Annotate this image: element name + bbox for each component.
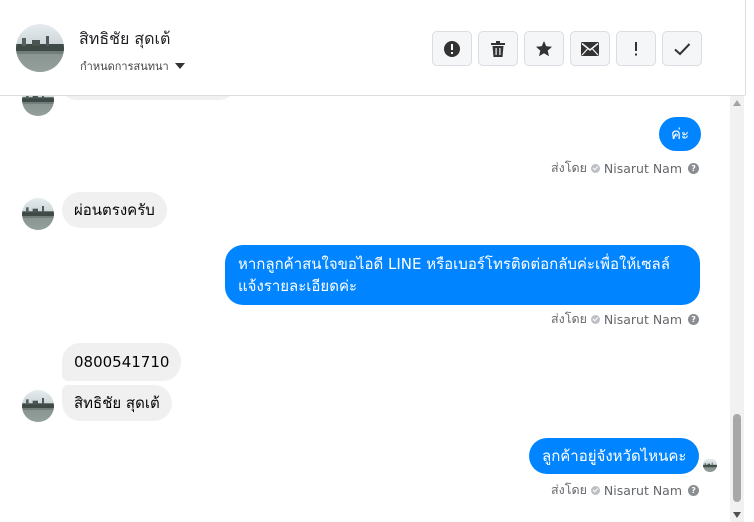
help-icon[interactable]: ? xyxy=(688,162,700,174)
avatar[interactable] xyxy=(16,24,64,72)
sender-avatar xyxy=(22,198,54,230)
sent-by-label: ส่งโดย xyxy=(551,160,587,175)
help-icon[interactable]: ? xyxy=(688,313,700,325)
label-selector[interactable]: กำหนดการสนทนา xyxy=(80,57,185,75)
sent-check-icon xyxy=(590,163,600,173)
delete-button[interactable] xyxy=(478,31,518,66)
sent-by-label: ส่งโดย xyxy=(551,311,587,326)
follow-up-button[interactable] xyxy=(616,31,656,66)
contact-name[interactable]: สิทธิชัย สุดเต้ xyxy=(79,27,170,52)
sender-name[interactable]: Nisarut Nam xyxy=(604,312,682,327)
seen-avatar xyxy=(703,458,717,472)
sent-by-meta: ส่งโดย Nisarut Nam ? xyxy=(551,309,700,329)
sent-check-icon xyxy=(590,485,600,495)
message-text-line: แจ้งรายละเอียดค่ะ xyxy=(238,277,358,295)
scrollbar-thumb[interactable] xyxy=(733,414,741,502)
sender-name[interactable]: Nisarut Nam xyxy=(604,161,682,176)
sent-by-meta: ส่งโดย Nisarut Nam ? xyxy=(551,158,700,178)
label-selector-text: กำหนดการสนทนา xyxy=(80,60,169,73)
scroll-up-arrow-icon[interactable] xyxy=(733,100,741,106)
scroll-down-arrow-icon[interactable] xyxy=(733,512,741,518)
help-icon[interactable]: ? xyxy=(688,484,700,496)
trash-icon xyxy=(491,40,505,57)
conversation-toolbar xyxy=(432,31,702,66)
spam-button[interactable] xyxy=(432,31,472,66)
sender-name[interactable]: Nisarut Nam xyxy=(604,483,682,498)
sender-avatar xyxy=(22,390,54,422)
star-button[interactable] xyxy=(524,31,564,66)
envelope-icon xyxy=(581,41,599,56)
panel-border xyxy=(745,0,746,95)
message-bubble-outgoing[interactable]: ลูกค้าอยู่จังหวัดไหนคะ xyxy=(529,438,700,474)
alert-circle-icon xyxy=(444,40,460,57)
mark-done-button[interactable] xyxy=(662,31,702,66)
scrollbar[interactable] xyxy=(730,96,744,522)
sent-check-icon xyxy=(590,314,600,324)
conversation-header: สิทธิชัย สุดเต้ กำหนดการสนทนา xyxy=(0,0,745,96)
sent-by-label: ส่งโดย xyxy=(551,482,587,497)
message-bubble-outgoing[interactable]: ค่ะ xyxy=(659,117,702,151)
sent-by-meta: ส่งโดย Nisarut Nam ? xyxy=(551,480,700,500)
checkmark-icon xyxy=(674,42,691,55)
message-thread: ค่ะ ส่งโดย Nisarut Nam ? ผ่อนตรงครับ หาก… xyxy=(0,96,730,522)
message-bubble-incoming xyxy=(62,96,234,100)
exclamation-icon xyxy=(635,41,637,55)
star-icon xyxy=(536,40,552,56)
message-bubble-incoming[interactable]: สิทธิชัย สุดเต้ xyxy=(62,385,172,421)
message-bubble-outgoing[interactable]: หากลูกค้าสนใจขอไอดี LINE หรือเบอร์โทรติด… xyxy=(225,245,700,305)
message-bubble-incoming[interactable]: ผ่อนตรงครับ xyxy=(62,192,167,228)
mark-unread-button[interactable] xyxy=(570,31,610,66)
sender-avatar xyxy=(22,96,54,116)
caret-down-icon xyxy=(174,63,185,69)
message-text-line: หากลูกค้าสนใจขอไอดี LINE หรือเบอร์โทรติด… xyxy=(238,255,670,273)
message-bubble-incoming[interactable]: 0800541710 xyxy=(62,343,182,381)
